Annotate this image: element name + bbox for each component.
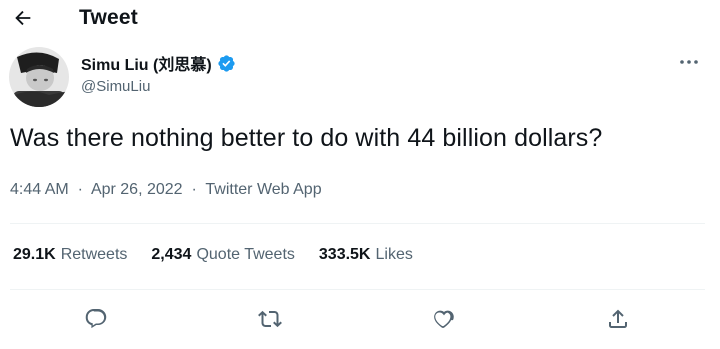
quote-tweets-stat[interactable]: 2,434 Quote Tweets [151,246,294,264]
page-title: Tweet [79,6,138,29]
author-name-text: Simu Liu (刘思慕) [81,57,212,74]
tweet-stats: 29.1K Retweets 2,434 Quote Tweets 333.5K… [13,246,413,264]
avatar-image [9,47,69,107]
tweet-detail-page: Tweet Simu Liu (刘思慕) @SimuLiu Was there … [0,0,720,349]
quote-tweets-count: 2,434 [151,246,192,263]
meta-separator: · [187,181,202,198]
likes-label: Likes [375,246,413,263]
avatar[interactable] [9,47,69,107]
verified-badge-icon [217,54,236,73]
tweet-text: Was there nothing better to do with 44 b… [10,124,603,152]
tweet-time[interactable]: 4:44 AM [10,181,69,198]
retweets-count: 29.1K [13,246,56,263]
arrow-left-icon [15,10,31,26]
like-icon [434,310,454,328]
likes-count: 333.5K [318,246,371,263]
author-handle[interactable]: @SimuLiu [81,78,150,95]
more-options-button[interactable] [676,52,702,72]
likes-stat[interactable]: 333.5K Likes [319,246,413,264]
tweet-meta: 4:44 AM · Apr 26, 2022 · Twitter Web App [10,181,322,199]
retweets-stat[interactable]: 29.1K Retweets [13,246,127,264]
share-button[interactable] [603,304,633,334]
quote-tweets-label: Quote Tweets [196,246,295,263]
header: Tweet [0,0,720,36]
reply-button[interactable] [81,304,111,334]
reply-icon [85,309,107,329]
divider [10,223,705,224]
tweet-date[interactable]: Apr 26, 2022 [91,181,183,198]
retweet-button[interactable] [255,304,285,334]
tweet-source[interactable]: Twitter Web App [205,181,321,198]
retweets-label: Retweets [60,246,128,263]
retweet-icon [258,310,282,328]
share-icon [609,309,627,328]
author-name[interactable]: Simu Liu (刘思慕) [81,51,236,75]
like-button[interactable] [429,304,459,334]
divider [10,289,705,290]
meta-separator: · [73,181,88,198]
more-icon [680,60,698,64]
back-button[interactable] [8,3,38,33]
